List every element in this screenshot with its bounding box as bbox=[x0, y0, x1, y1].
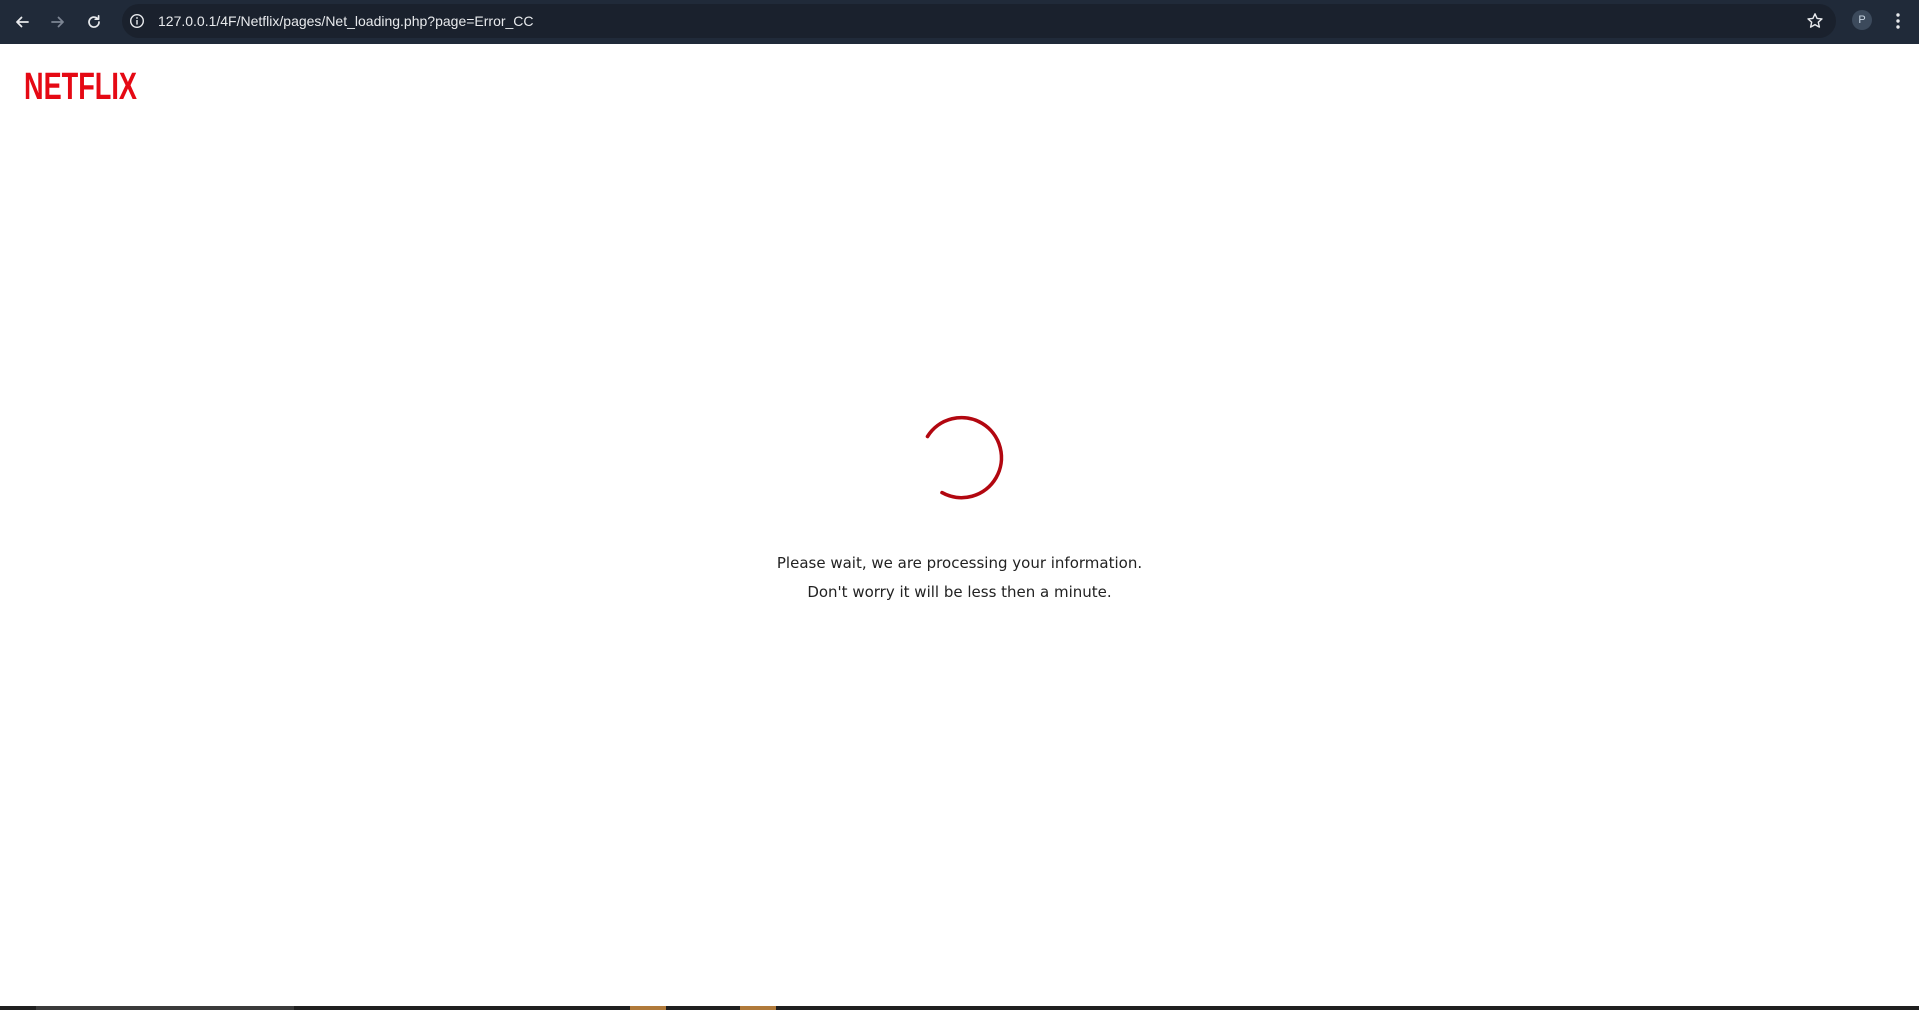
arrow-right-icon bbox=[51, 16, 64, 28]
taskbar-segment bbox=[630, 1006, 666, 1010]
arrow-left-icon bbox=[16, 16, 29, 28]
netflix-logo: NETFLIX bbox=[24, 68, 137, 102]
profile-avatar[interactable]: P bbox=[1852, 10, 1872, 30]
loading-spinner bbox=[925, 415, 1004, 500]
browser-toolbar: 127.0.0.1/4F/Netflix/pages/Net_loading.p… bbox=[0, 0, 1919, 44]
more-vert-icon[interactable] bbox=[1890, 10, 1906, 32]
reload-button[interactable] bbox=[81, 9, 107, 35]
reload-icon bbox=[88, 14, 100, 28]
loading-submessage: Don't worry it will be less then a minut… bbox=[807, 583, 1112, 601]
address-bar[interactable]: 127.0.0.1/4F/Netflix/pages/Net_loading.p… bbox=[122, 4, 1836, 38]
forward-button[interactable] bbox=[45, 9, 71, 35]
netflix-logo-text: NETFLIX bbox=[24, 68, 137, 102]
bookmark-star-icon[interactable] bbox=[1806, 12, 1824, 30]
taskbar-segment bbox=[740, 1006, 776, 1010]
taskbar-segment bbox=[36, 1006, 294, 1010]
loading-message: Please wait, we are processing your info… bbox=[776, 554, 1143, 572]
back-button[interactable] bbox=[9, 9, 35, 35]
url-text[interactable]: 127.0.0.1/4F/Netflix/pages/Net_loading.p… bbox=[158, 4, 534, 38]
page-content: NETFLIX Please wait, we are processing y… bbox=[0, 44, 1919, 1010]
info-icon[interactable] bbox=[129, 13, 145, 29]
